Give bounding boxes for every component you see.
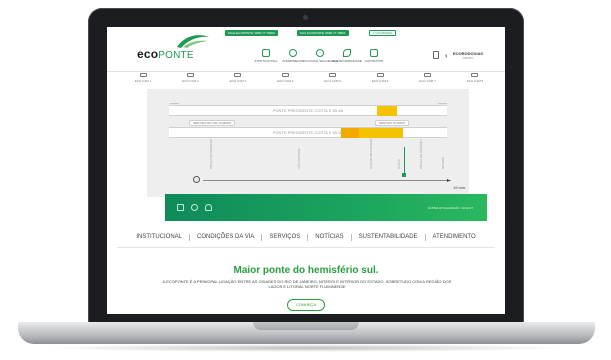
road-label: VÃO CENTRAL — [297, 147, 301, 169]
ombudsman-pill[interactable]: 2 OUVIDORIA — [369, 30, 397, 36]
lane-top: PONTE PRESIDENTE COSTA E SILVA — [169, 105, 447, 116]
phone-pill-2[interactable]: SAC ECOPONTE: 0800 77 79601 — [297, 30, 349, 36]
chevron-left-icon[interactable]: ‹ — [445, 51, 448, 60]
menu-servicos[interactable]: SERVIÇOS — [262, 233, 309, 241]
nav-contratos[interactable]: CONTRATOS — [363, 49, 385, 63]
section-menu: INSTITUCIONAL CONDIÇÕES DA VIA SERVIÇOS … — [107, 229, 505, 245]
ecorodovias-logo[interactable]: ECORODOVIAS GRUPO — [453, 51, 483, 60]
header-divider — [107, 71, 505, 72]
camera-item[interactable]: ECO CAM 7 — [408, 73, 448, 89]
leaf-icon — [343, 49, 351, 57]
traffic-segment-orange — [341, 128, 359, 138]
camera-icon — [186, 73, 194, 77]
camera-icon[interactable] — [191, 204, 198, 211]
lane-bottom: PONTE PRESIDENTE COSTA E SILVA — [169, 127, 447, 138]
arrow-right-icon: ▸ — [447, 178, 451, 184]
travel-time: 19 min. — [453, 185, 467, 190]
nav-sustentabilidade[interactable]: SUSTENTABILIDADE — [332, 49, 362, 63]
map-icon[interactable] — [177, 204, 184, 211]
menu-divider — [117, 247, 495, 248]
menu-sustentabilidade[interactable]: SUSTENTABILIDADE — [352, 233, 426, 241]
swoosh-icon — [177, 35, 209, 48]
user-icon[interactable] — [205, 204, 212, 211]
travel-time-bar: ▸ — [193, 176, 451, 188]
direction-tag-rio: SENTIDO RIO DE JANEIRO — [189, 120, 236, 126]
camera-item[interactable]: ECO CAM 8 — [455, 73, 495, 89]
conheca-button[interactable]: CONHEÇA — [287, 299, 325, 311]
road-label: PRAÇA DO PEDÁGIO — [209, 138, 213, 169]
main-nav: INSTITUCIONAL ATENDIMENTO CICLOVIA E SEG… — [255, 49, 385, 63]
menu-atendimento[interactable]: ATENDIMENTO — [426, 234, 483, 241]
laptop-shadow — [40, 344, 571, 352]
mobile-icon[interactable] — [433, 51, 439, 59]
contact-bar: FALE ECOPONTE: 0800 77 79600 SAC ECOPONT… — [107, 27, 505, 37]
hero-title: Maior ponte do hemisfério sul. — [233, 265, 379, 276]
headset-icon — [289, 49, 297, 57]
document-icon — [370, 49, 378, 57]
camera-item[interactable]: ECO CAM 5 — [313, 73, 353, 89]
road-label: PLACA — [397, 159, 401, 169]
traffic-segment-yellow — [377, 106, 397, 116]
camera-icon — [376, 73, 384, 77]
building-icon — [262, 49, 270, 57]
phone-pill-1[interactable]: FALE ECOPONTE: 0800 77 79600 — [225, 30, 278, 36]
traffic-segment-yellow — [359, 128, 403, 138]
nav-atendimento[interactable]: ATENDIMENTO — [282, 49, 304, 63]
logo-ponte: PONTE — [158, 50, 194, 61]
direction-tag-niteroi: SENTIDO NITERÓI — [375, 120, 410, 126]
menu-institucional[interactable]: INSTITUCIONAL — [129, 233, 191, 241]
laptop-notch — [253, 322, 359, 330]
camera-strip: ECO CAM 1 ECO CAM 2 ECO CAM 3 ECO CAM 4 … — [123, 73, 495, 89]
ecoponte-logo[interactable]: ecoPONTE — [137, 35, 209, 61]
camera-item[interactable]: ECO CAM 1 — [123, 73, 163, 89]
camera-icon — [139, 73, 147, 77]
road-label: PRAÇA DE PEDÁGIO — [419, 139, 423, 169]
nav-institucional[interactable]: INSTITUCIONAL — [255, 49, 277, 63]
green-banner: ÚLTIMA ATUALIZAÇÃO: 13:42:17 — [165, 194, 487, 221]
camera-icon — [424, 73, 432, 77]
logo-eco: eco — [137, 47, 159, 61]
camera-icon — [281, 73, 289, 77]
nav-ciclovia[interactable]: CICLOVIA E SEGURANÇA — [302, 49, 338, 63]
hero-text: A ECOPONTE É A PRINCIPAL LIGAÇÃO ENTRE A… — [162, 279, 452, 289]
camera-item[interactable]: ECO CAM 4 — [265, 73, 305, 89]
camera-item[interactable]: ECO CAM 3 — [218, 73, 258, 89]
last-update: ÚLTIMA ATUALIZAÇÃO: 13:42:17 — [427, 206, 473, 210]
camera-icon — [234, 73, 242, 77]
camera-item[interactable]: ECO CAM 6 — [360, 73, 400, 89]
menu-noticias[interactable]: NOTÍCIAS — [308, 233, 352, 241]
location-pin — [404, 147, 405, 173]
road-label: ILHA DO MOCANGUÊ — [369, 138, 373, 169]
road-label: NITERÓI — [441, 156, 445, 169]
camera-icon — [329, 73, 337, 77]
camera-icon — [471, 73, 479, 77]
webcam-icon — [303, 15, 308, 20]
menu-condicoes[interactable]: CONDIÇÕES DA VIA — [190, 233, 263, 241]
website-screen: FALE ECOPONTE: 0800 77 79600 SAC ECOPONT… — [107, 27, 505, 314]
timeline-line — [203, 180, 451, 181]
clock-icon — [193, 176, 200, 183]
camera-item[interactable]: ECO CAM 2 — [170, 73, 210, 89]
bike-icon — [316, 49, 324, 57]
